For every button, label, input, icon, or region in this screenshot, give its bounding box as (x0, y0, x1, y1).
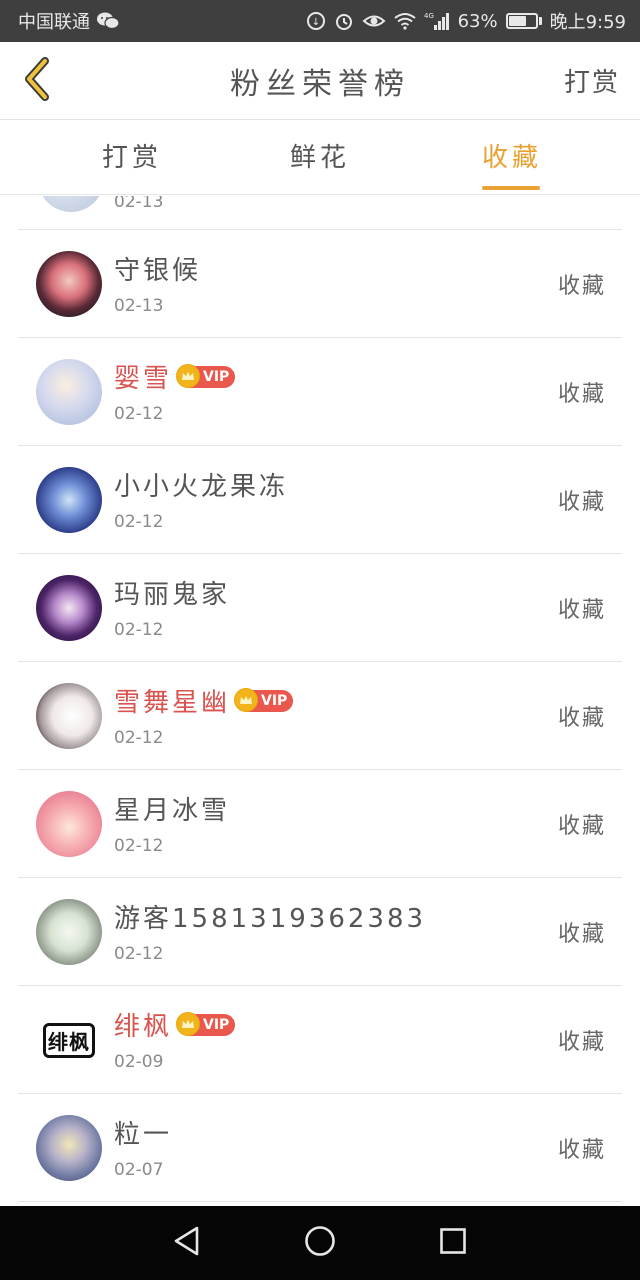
action-label: 收藏 (557, 814, 606, 839)
fan-name: 雪舞星幽 (114, 688, 231, 718)
date-text: 02-13 (114, 296, 164, 316)
list-item[interactable]: 守银候 02-13 收藏 (18, 230, 622, 338)
list-item[interactable]: 玛丽鬼家 02-12 收藏 (18, 554, 622, 662)
date-text: 02-12 (114, 836, 164, 856)
back-triangle-icon (172, 1225, 202, 1261)
avatar (36, 359, 102, 425)
list-item[interactable]: 02-13 (18, 196, 622, 230)
clock-time: 晚上9:59 (549, 12, 626, 33)
fan-name: 星月冰雪 (114, 796, 231, 826)
avatar (36, 251, 102, 317)
vip-badge: VIP (176, 364, 236, 388)
avatar (36, 683, 102, 749)
carrier-name: 中国联通 (18, 12, 90, 33)
status-bar: 中国联通 ↓ 4G 63% 晚上9:59 (0, 0, 640, 42)
crown-icon (234, 688, 259, 712)
date-text: 02-12 (114, 944, 164, 964)
action-label: 收藏 (557, 382, 606, 407)
date-text: 02-09 (114, 1052, 164, 1072)
battery-level-fill (508, 16, 527, 26)
page-title: 粉丝荣誉榜 (230, 66, 410, 102)
list-item[interactable]: 粒一 02-07 收藏 (18, 1094, 622, 1202)
avatar-logo-text: 绯枫 (43, 1022, 95, 1058)
action-label: 收藏 (557, 706, 606, 731)
list-item[interactable]: 星月冰雪 02-12 收藏 (18, 770, 622, 878)
recents-square-icon (439, 1227, 467, 1259)
avatar (36, 467, 102, 533)
avatar (36, 899, 102, 965)
fan-name: 婴雪 (114, 364, 173, 394)
action-label: 收藏 (557, 1138, 606, 1163)
crown-icon (176, 1012, 201, 1036)
list-item[interactable]: 婴雪 VIP 02-12 收藏 (18, 338, 622, 446)
crown-icon (176, 364, 201, 388)
fan-name: 玛丽鬼家 (114, 580, 231, 610)
avatar (36, 575, 102, 641)
svg-text:4G: 4G (424, 12, 434, 20)
alarm-icon (334, 11, 354, 31)
fan-name: 游客1581319362383 (114, 904, 427, 934)
date-text: 02-12 (114, 404, 164, 424)
wifi-icon (393, 12, 416, 30)
reward-button[interactable]: 打赏 (564, 62, 620, 99)
vip-badge: VIP (234, 688, 294, 712)
eye-comfort-icon (362, 12, 386, 30)
nav-home-button[interactable] (290, 1213, 350, 1273)
date-text: 02-12 (114, 512, 164, 532)
avatar: 绯枫 (36, 1007, 102, 1073)
active-tab-indicator (482, 186, 540, 190)
avatar (36, 791, 102, 857)
fan-name: 绯枫 (114, 1012, 173, 1042)
avatar (36, 1115, 102, 1181)
date-text: 02-12 (114, 728, 164, 748)
avatar (38, 196, 104, 212)
date-text: 02-13 (114, 196, 164, 212)
battery-percent: 63% (457, 10, 498, 32)
wechat-icon (96, 11, 120, 31)
tab-reward[interactable]: 打赏 (72, 121, 192, 195)
svg-text:↓: ↓ (311, 17, 319, 28)
action-label: 收藏 (557, 598, 606, 623)
nav-recents-button[interactable] (423, 1213, 483, 1273)
tab-favorites[interactable]: 收藏 (452, 121, 572, 195)
system-nav-bar (0, 1206, 640, 1280)
list-item[interactable]: 雪舞星幽 VIP 02-12 收藏 (18, 662, 622, 770)
action-label: 收藏 (557, 922, 606, 947)
fan-name: 守银候 (114, 256, 202, 286)
app-header: 粉丝荣誉榜 打赏 (0, 42, 640, 120)
vip-badge: VIP (176, 1012, 236, 1036)
list-item[interactable]: 小小火龙果冻 02-12 收藏 (18, 446, 622, 554)
tab-favorites-label: 收藏 (481, 143, 542, 173)
action-label: 收藏 (557, 274, 606, 299)
action-label: 收藏 (557, 490, 606, 515)
date-text: 02-12 (114, 620, 164, 640)
list-item[interactable]: 绯枫 绯枫 VIP 02-09 收藏 (18, 986, 622, 1094)
nav-back-button[interactable] (157, 1213, 217, 1273)
list-item[interactable]: 游客1581319362383 02-12 收藏 (18, 878, 622, 986)
home-circle-icon (304, 1225, 336, 1261)
data-saver-icon: ↓ (306, 11, 326, 31)
battery-icon (505, 13, 542, 29)
tab-bar: 打赏 鲜花 收藏 (0, 121, 640, 195)
fan-list[interactable]: 02-13 守银候 02-13 收藏 婴雪 VIP 02-12 收藏 小小火龙果… (0, 196, 640, 1206)
action-label: 收藏 (557, 1030, 606, 1055)
tab-flowers[interactable]: 鲜花 (260, 121, 380, 195)
fan-name: 粒一 (114, 1120, 173, 1150)
fan-name: 小小火龙果冻 (114, 472, 289, 502)
back-button[interactable] (14, 54, 58, 108)
date-text: 02-07 (114, 1160, 164, 1180)
signal-icon: 4G (424, 11, 450, 31)
chevron-left-icon (21, 57, 51, 105)
